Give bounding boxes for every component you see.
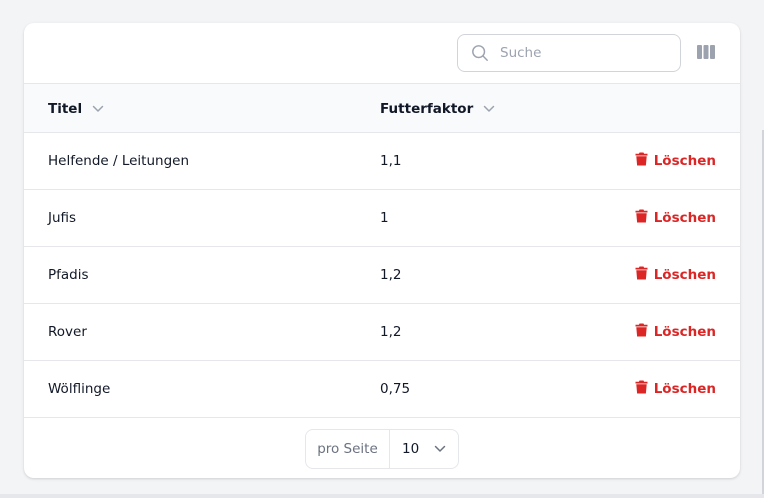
cell-titel: Rover: [48, 324, 87, 340]
delete-label: Löschen: [653, 267, 716, 283]
table-row: Helfende / Leitungen 1,1 Löschen: [24, 133, 740, 190]
search-icon: [470, 43, 490, 63]
chevron-down-icon: [92, 101, 104, 117]
table-footer: pro Seite 10: [24, 414, 740, 478]
table-row: Pfadis 1,2 Löschen: [24, 247, 740, 304]
trash-icon: [635, 152, 648, 170]
per-page-select[interactable]: 10: [390, 430, 458, 468]
cell-futterfaktor: 1,2: [380, 324, 402, 340]
cell-futterfaktor: 1,2: [380, 267, 402, 283]
delete-button[interactable]: Löschen: [635, 190, 716, 246]
column-header-titel[interactable]: Titel: [48, 84, 104, 133]
table-body: Helfende / Leitungen 1,1 Löschen Jufis 1…: [24, 133, 740, 418]
table-header: Titel Futterfaktor: [24, 84, 740, 133]
table-card: Titel Futterfaktor Helfende / Leitungen …: [24, 23, 740, 478]
delete-label: Löschen: [653, 153, 716, 169]
table-row: Wölflinge 0,75 Löschen: [24, 361, 740, 418]
column-header-futterfaktor[interactable]: Futterfaktor: [380, 84, 495, 133]
table-toolbar: [24, 23, 740, 84]
trash-icon: [635, 380, 648, 398]
delete-button[interactable]: Löschen: [635, 361, 716, 417]
search-input[interactable]: [500, 45, 660, 61]
column-header-label: Futterfaktor: [380, 100, 474, 117]
cell-titel: Pfadis: [48, 267, 89, 283]
cell-titel: Jufis: [48, 210, 77, 226]
per-page-value: 10: [402, 441, 420, 457]
table-row: Jufis 1 Löschen: [24, 190, 740, 247]
delete-label: Löschen: [653, 381, 716, 397]
chevron-down-icon: [434, 441, 446, 457]
delete-label: Löschen: [653, 324, 716, 340]
delete-label: Löschen: [653, 210, 716, 226]
chevron-down-icon: [483, 101, 495, 117]
column-header-label: Titel: [48, 100, 83, 117]
delete-button[interactable]: Löschen: [635, 247, 716, 303]
page-edge: [0, 494, 764, 498]
trash-icon: [635, 209, 648, 227]
cell-titel: Wölflinge: [48, 381, 111, 397]
cell-futterfaktor: 0,75: [380, 381, 411, 397]
per-page-label: pro Seite: [306, 430, 390, 468]
table-row: Rover 1,2 Löschen: [24, 304, 740, 361]
delete-button[interactable]: Löschen: [635, 304, 716, 360]
delete-button[interactable]: Löschen: [635, 133, 716, 189]
cell-futterfaktor: 1: [380, 210, 389, 226]
per-page-control: pro Seite 10: [305, 429, 459, 469]
search-box[interactable]: [457, 34, 681, 72]
trash-icon: [635, 266, 648, 284]
columns-icon: [697, 44, 715, 64]
trash-icon: [635, 323, 648, 341]
cell-futterfaktor: 1,1: [380, 153, 402, 169]
toggle-columns-button[interactable]: [696, 44, 716, 64]
cell-titel: Helfende / Leitungen: [48, 153, 190, 169]
